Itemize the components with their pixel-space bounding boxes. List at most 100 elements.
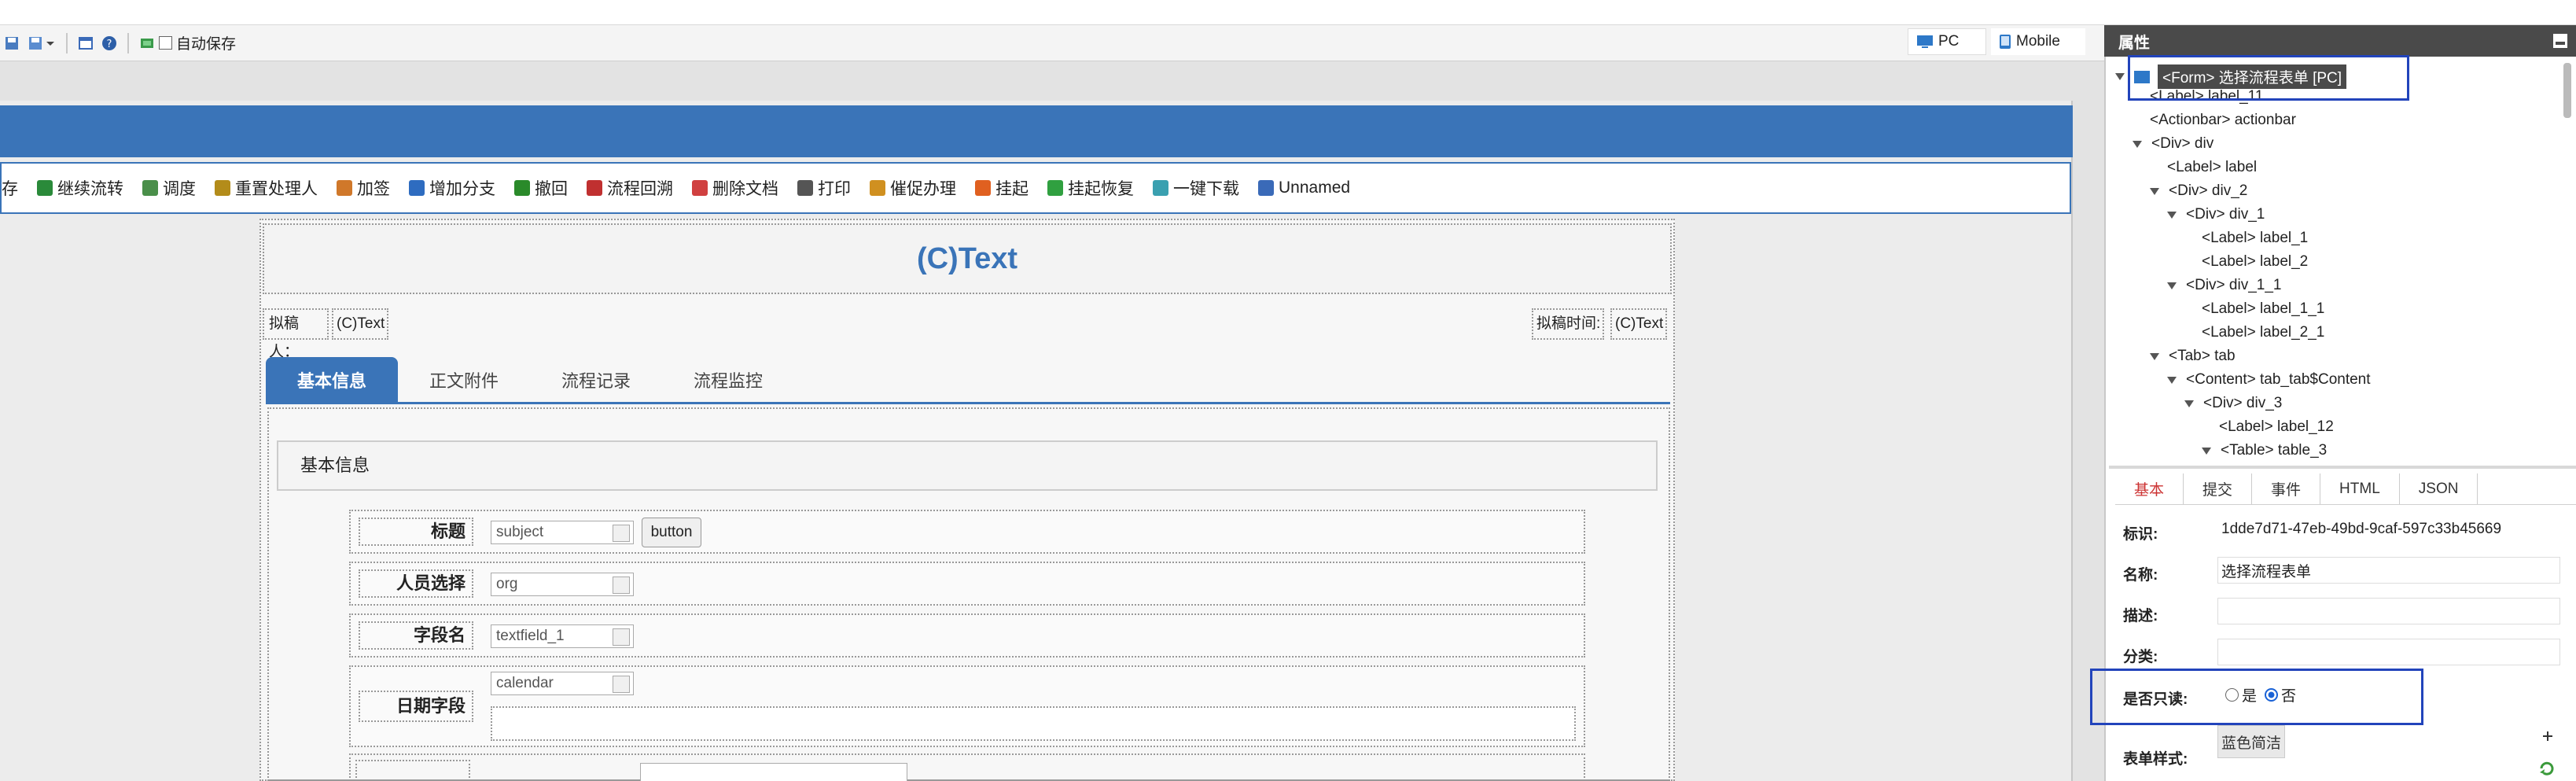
- expand-icon[interactable]: [2184, 400, 2194, 407]
- tree-node[interactable]: <Label> label: [2167, 159, 2257, 176]
- tree-node-label: <Label> label_2_1: [2202, 324, 2325, 341]
- tree-node[interactable]: <Div> div_1_1: [2167, 277, 2281, 294]
- action-0[interactable]: 存: [2, 176, 18, 200]
- action-11[interactable]: 挂起: [975, 176, 1029, 200]
- form-tabbar: 基本信息 正文附件 流程记录 流程监控: [266, 356, 1670, 404]
- image-icon[interactable]: [139, 35, 155, 51]
- calendar-icon[interactable]: [613, 676, 630, 693]
- save-as-dropdown-icon[interactable]: [28, 35, 56, 51]
- action-4[interactable]: 加签: [337, 176, 390, 200]
- add-icon[interactable]: [2541, 730, 2554, 742]
- field-value: textfield_1: [496, 628, 565, 644]
- expand-icon[interactable]: [2133, 140, 2142, 148]
- action-12[interactable]: 挂起恢复: [1047, 176, 1134, 200]
- date-extra-field[interactable]: [491, 706, 1576, 741]
- form-tab-2[interactable]: 流程记录: [530, 357, 662, 403]
- property-tab-4[interactable]: JSON: [2400, 473, 2478, 504]
- refresh-icon[interactable]: [2538, 760, 2556, 777]
- form-style-value[interactable]: 蓝色简洁: [2217, 725, 2285, 758]
- field-input[interactable]: org: [491, 573, 634, 596]
- textarea-partial[interactable]: [640, 763, 907, 781]
- form-button[interactable]: button: [642, 518, 701, 547]
- form-tab-1[interactable]: 正文附件: [398, 357, 530, 403]
- action-8[interactable]: 删除文档: [692, 176, 778, 200]
- action-icon: [1047, 180, 1063, 196]
- form-title-box: (C)Text: [263, 223, 1672, 294]
- tree-node[interactable]: <Div> div_1: [2167, 206, 2265, 223]
- tree-node[interactable]: <Div> div_2: [2150, 182, 2247, 200]
- pc-mode-button[interactable]: PC: [1908, 28, 1986, 55]
- field-input[interactable]: subject: [491, 521, 634, 544]
- tree-node[interactable]: <Label> label_2: [2202, 253, 2308, 271]
- form-header-bar: [0, 105, 2073, 157]
- property-tab-2[interactable]: 事件: [2252, 473, 2321, 504]
- section-header: 基本信息: [277, 440, 1658, 491]
- action-5[interactable]: 增加分支: [409, 176, 495, 200]
- description-input[interactable]: [2217, 598, 2560, 624]
- action-label: 继续流转: [57, 180, 123, 198]
- field-input[interactable]: textfield_1: [491, 624, 634, 648]
- action-label: 挂起恢复: [1068, 180, 1134, 198]
- edit-icon[interactable]: [613, 525, 630, 542]
- expand-icon[interactable]: [2150, 352, 2159, 360]
- expand-icon[interactable]: [2115, 73, 2125, 80]
- tree-scrollbar[interactable]: [2563, 63, 2571, 118]
- tree-node[interactable]: <Tab> tab: [2150, 348, 2236, 365]
- name-label: 名称:: [2123, 567, 2158, 584]
- mobile-mode-button[interactable]: Mobile: [1991, 28, 2085, 55]
- tree-node-label: <Div> div_1_1: [2186, 277, 2282, 293]
- autosave-checkbox[interactable]: [159, 36, 172, 50]
- save-icon[interactable]: [4, 35, 20, 51]
- tree-node[interactable]: <Label> label_12: [2219, 418, 2334, 436]
- expand-icon[interactable]: [2167, 211, 2177, 219]
- panel-splitter[interactable]: [2109, 466, 2576, 469]
- form-tab-0[interactable]: 基本信息: [266, 357, 399, 403]
- action-label: 挂起: [995, 180, 1029, 198]
- name-input[interactable]: 选择流程表单: [2217, 557, 2560, 584]
- component-tree: <Form> 选择流程表单 [PC] <Label> label_11 <Actio…: [2115, 60, 2563, 462]
- property-tab-3[interactable]: HTML: [2320, 473, 2400, 504]
- edit-icon[interactable]: [613, 628, 630, 646]
- field-label: 字段名: [359, 621, 473, 650]
- action-10[interactable]: 催促办理: [870, 176, 956, 200]
- tree-node[interactable]: <Actionbar> actionbar: [2150, 112, 2296, 129]
- form-tab-3[interactable]: 流程监控: [662, 357, 794, 403]
- expand-icon[interactable]: [2202, 447, 2211, 455]
- field-label: 日期字段: [359, 691, 473, 722]
- expand-icon[interactable]: [2167, 376, 2177, 384]
- user-picker-icon[interactable]: [613, 577, 630, 594]
- action-6[interactable]: 撤回: [514, 176, 568, 200]
- action-icon: [975, 180, 991, 196]
- property-tab-1[interactable]: 提交: [2184, 473, 2253, 504]
- tree-node[interactable]: <Label> label_1_1: [2202, 300, 2324, 318]
- mobile-icon: [2000, 35, 2011, 49]
- help-icon[interactable]: ?: [101, 35, 117, 51]
- action-2[interactable]: 调度: [142, 176, 196, 200]
- tree-node[interactable]: <Label> label_2_1: [2202, 324, 2324, 341]
- expand-icon[interactable]: [2167, 282, 2177, 289]
- property-tabs: 基本 提交 事件 HTML JSON: [2115, 473, 2576, 505]
- tree-node[interactable]: <Content> tab_tab$Content: [2167, 371, 2371, 389]
- tree-node[interactable]: <Div> div_3: [2184, 395, 2282, 412]
- property-tab-0[interactable]: 基本: [2115, 473, 2184, 504]
- action-9[interactable]: 打印: [797, 176, 851, 200]
- category-input[interactable]: [2217, 639, 2560, 665]
- field-input[interactable]: calendar: [491, 672, 634, 695]
- tree-node-label: <Div> div: [2151, 135, 2214, 152]
- tree-node[interactable]: <Table> table_3: [2202, 442, 2327, 459]
- action-1[interactable]: 继续流转: [37, 176, 123, 200]
- action-7[interactable]: 流程回溯: [587, 176, 673, 200]
- expand-icon[interactable]: [2150, 187, 2159, 195]
- minimize-icon[interactable]: [2552, 33, 2568, 49]
- category-label: 分类:: [2123, 649, 2158, 665]
- tree-node[interactable]: <Div> div: [2133, 135, 2214, 153]
- action-3[interactable]: 重置处理人: [215, 176, 318, 200]
- drafter-label: 拟稿人：: [263, 308, 329, 360]
- action-icon: [337, 180, 352, 196]
- action-icon: [1153, 180, 1168, 196]
- action-13[interactable]: 一键下载: [1153, 176, 1239, 200]
- action-icon: [870, 180, 885, 196]
- tree-node[interactable]: <Label> label_1: [2202, 230, 2308, 247]
- action-14[interactable]: Unnamed: [1258, 179, 1350, 197]
- preview-icon[interactable]: [78, 35, 94, 51]
